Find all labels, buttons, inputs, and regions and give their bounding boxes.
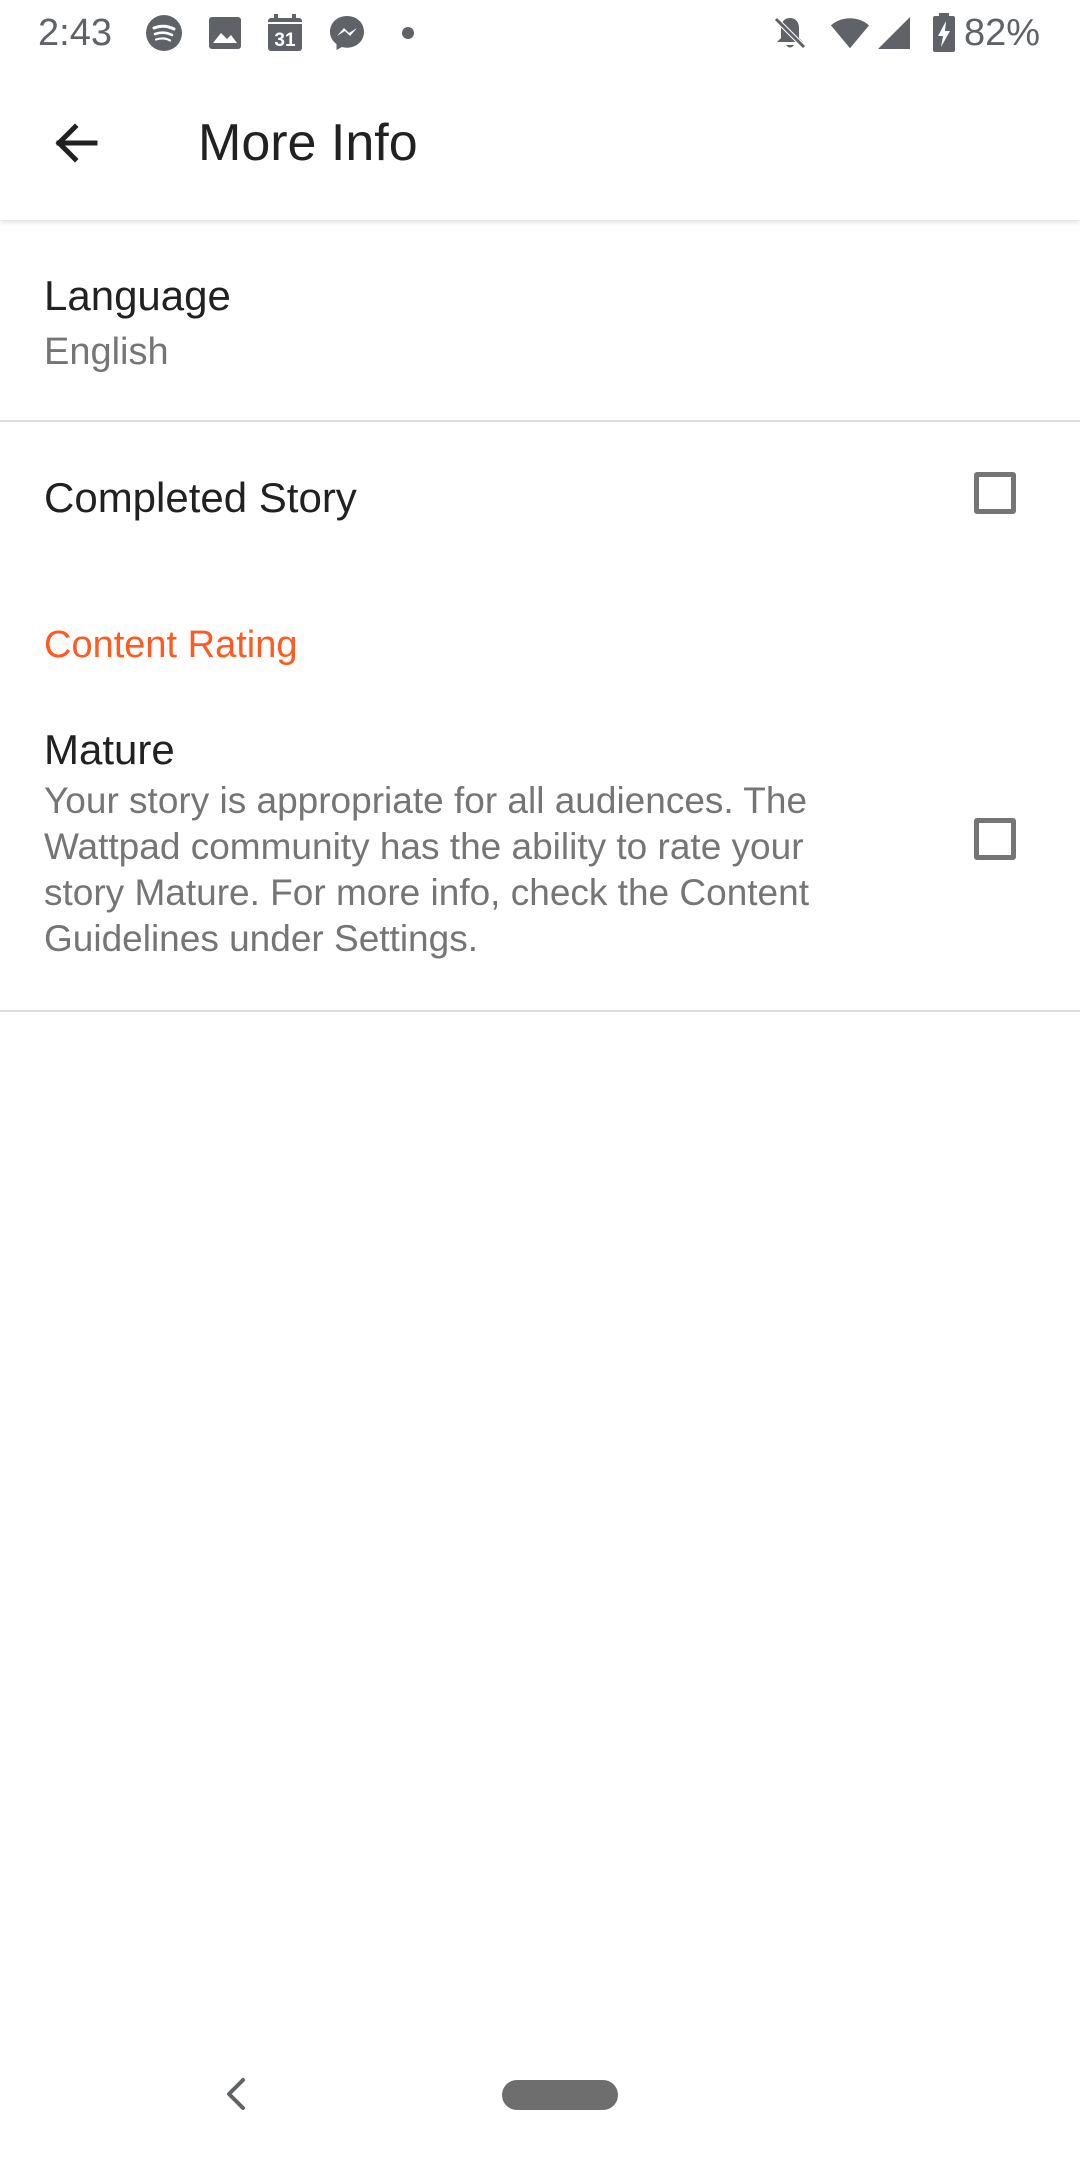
content-rating-header: Content Rating [44, 624, 298, 666]
mature-description: Your story is appropriate for all audien… [44, 780, 809, 959]
chevron-left-icon [227, 2078, 245, 2110]
image-icon [205, 13, 245, 53]
wifi-icon [830, 13, 870, 53]
status-time: 2:43 [38, 12, 112, 54]
page-title: More Info [198, 114, 418, 172]
completed-story-label: Completed Story [44, 474, 357, 521]
battery-charging-icon [924, 13, 964, 53]
dot-icon [388, 13, 428, 53]
mature-setting[interactable]: Mature Your story is appropriate for all… [0, 700, 1080, 1012]
language-value: English [44, 331, 169, 373]
back-button[interactable] [40, 107, 112, 179]
language-label: Language [44, 272, 231, 319]
signal-icon [874, 13, 914, 53]
language-setting[interactable]: Language English [0, 222, 1080, 422]
mature-checkbox[interactable] [974, 818, 1016, 860]
battery-percent: 82% [963, 12, 1040, 54]
mature-label: Mature [44, 726, 175, 773]
calendar-icon: 31 [265, 13, 305, 53]
calendar-day-text: 31 [274, 30, 296, 51]
completed-story-setting[interactable]: Completed Story [0, 422, 1080, 572]
completed-story-checkbox[interactable] [974, 472, 1016, 514]
app-bar: More Info [0, 66, 1080, 220]
nav-back-button[interactable] [212, 2070, 260, 2118]
messenger-icon [327, 13, 367, 53]
home-pill-icon[interactable] [502, 2080, 618, 2110]
status-bar: 2:43 31 82% [0, 0, 1080, 66]
arrow-back-icon [55, 123, 98, 163]
notifications-off-icon [770, 13, 810, 53]
spotify-icon [144, 13, 184, 53]
